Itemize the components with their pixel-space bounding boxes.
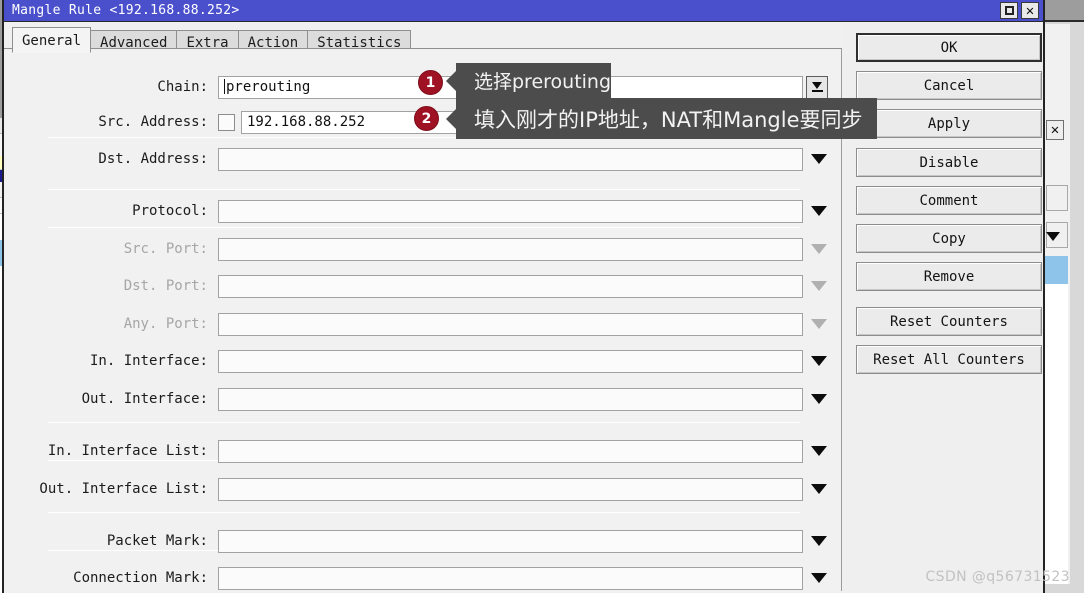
window-controls: ✕ [1000, 2, 1039, 19]
background-right-list [1044, 284, 1068, 584]
field-control [218, 199, 827, 223]
annotation-badge-2: 2 [414, 106, 439, 131]
form-row: Packet Mark: [6, 528, 842, 554]
background-chevron-down-icon[interactable] [1046, 232, 1060, 241]
chevron-down-icon[interactable] [811, 394, 827, 404]
background-right-selected-row [1044, 256, 1068, 284]
chevron-down-icon [811, 319, 827, 329]
form-row: Dst. Address: [6, 146, 842, 172]
form-row: Src. Port: [6, 236, 842, 262]
form-separator [48, 422, 800, 423]
watermark: CSDN @q56731523 [925, 569, 1070, 585]
field-label: Out. Interface List: [39, 481, 208, 497]
background-close-icon[interactable]: ✕ [1046, 120, 1064, 140]
screen: ✕ Mangle Rule <192.168.88.252> ✕ General… [0, 0, 1084, 593]
maximize-icon[interactable] [1000, 2, 1018, 19]
input-out-interface-list[interactable] [218, 477, 803, 501]
form-row: In. Interface: [6, 348, 842, 374]
input-any-port [218, 312, 803, 336]
field-control [218, 237, 827, 261]
copy-button[interactable]: Copy [856, 224, 1042, 253]
chevron-down-icon[interactable] [811, 536, 827, 546]
field-control [218, 529, 827, 553]
input-protocol[interactable] [218, 199, 803, 223]
chevron-down-icon [812, 82, 822, 89]
chain-dropdown-button[interactable] [806, 75, 828, 99]
background-right-field-1[interactable] [1046, 185, 1068, 211]
field-label: Src. Port: [123, 241, 208, 257]
input-dst-port [218, 274, 803, 298]
form-row: Dst. Port: [6, 273, 842, 299]
field-control [218, 312, 827, 336]
chevron-down-icon[interactable] [811, 206, 827, 216]
chevron-down-icon [811, 281, 827, 291]
chevron-down-icon[interactable] [811, 356, 827, 366]
field-label: Connection Mark: [73, 570, 208, 586]
input-connection-mark[interactable] [218, 566, 803, 590]
input-packet-mark[interactable] [218, 529, 803, 553]
field-label: Src. Address: [98, 114, 208, 130]
input-in-interface[interactable] [218, 349, 803, 373]
chevron-down-icon[interactable] [811, 573, 827, 583]
field-label: Dst. Port: [123, 278, 208, 294]
comment-button[interactable]: Comment [856, 186, 1042, 215]
input-src-port [218, 237, 803, 261]
tab-general[interactable]: General [12, 27, 92, 53]
field-control [218, 566, 827, 590]
field-label: Any. Port: [123, 316, 208, 332]
annotation-callout-2: 填入刚才的IP地址，NAT和Mangle要同步 [456, 98, 877, 139]
form-row: Out. Interface: [6, 386, 842, 412]
disable-button[interactable]: Disable [856, 148, 1042, 177]
reset-counters-button[interactable]: Reset Counters [856, 307, 1042, 336]
field-label: Protocol: [132, 203, 208, 219]
field-label: Out. Interface: [81, 391, 208, 407]
input-out-interface[interactable] [218, 387, 803, 411]
input-in-interface-list[interactable] [218, 439, 803, 463]
text-caret [224, 78, 225, 94]
field-label: In. Interface: [89, 353, 208, 369]
field-label: Dst. Address: [98, 151, 208, 167]
reset-all-counters-button[interactable]: Reset All Counters [856, 345, 1042, 374]
field-label: Chain: [157, 79, 208, 95]
form-separator [48, 512, 800, 513]
ok-button[interactable]: OK [856, 33, 1042, 62]
field-control [218, 477, 827, 501]
remove-button[interactable]: Remove [856, 262, 1042, 291]
field-label: In. Interface List: [47, 443, 208, 459]
cancel-button[interactable]: Cancel [856, 71, 1042, 100]
form-row: Protocol: [6, 198, 842, 224]
field-control [218, 274, 827, 298]
input-dst-address[interactable] [218, 147, 803, 171]
dropdown-bar-icon [811, 90, 823, 92]
chevron-down-icon[interactable] [811, 154, 827, 164]
field-label: Packet Mark: [106, 533, 208, 549]
annotation-badge-1: 1 [418, 70, 443, 95]
chevron-down-icon[interactable] [811, 484, 827, 494]
field-value: 192.168.88.252 [247, 114, 366, 130]
field-control [218, 387, 827, 411]
tab-bar: General Advanced Extra Action Statistics [4, 23, 844, 53]
window-title: Mangle Rule <192.168.88.252> [12, 3, 240, 18]
chevron-down-icon[interactable] [811, 446, 827, 456]
annotation-callout-1: 选择prerouting [456, 63, 612, 98]
form-separator [48, 227, 800, 228]
field-control [218, 349, 827, 373]
form-separator [48, 189, 800, 190]
field-value: prerouting [226, 79, 311, 95]
src-address-negate-checkbox[interactable] [218, 113, 235, 131]
form-row: Any. Port: [6, 311, 842, 337]
field-control [218, 439, 827, 463]
form-row: Out. Interface List: [6, 476, 842, 502]
apply-button[interactable]: Apply [856, 109, 1042, 138]
form-row: In. Interface List: [6, 438, 842, 464]
form-row: Connection Mark: [6, 565, 842, 591]
chevron-down-icon [811, 244, 827, 254]
field-control [218, 147, 827, 171]
title-bar[interactable]: Mangle Rule <192.168.88.252> ✕ [4, 0, 1043, 22]
close-icon[interactable]: ✕ [1021, 2, 1039, 19]
